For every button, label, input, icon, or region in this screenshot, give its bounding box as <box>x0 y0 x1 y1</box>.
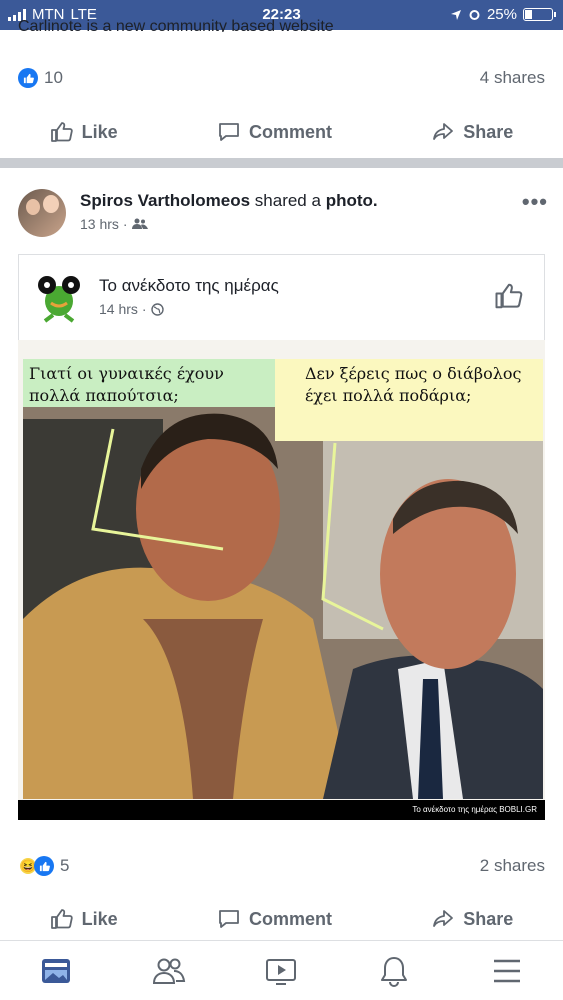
page-like-icon[interactable] <box>494 281 524 311</box>
comment-icon <box>219 910 239 928</box>
previous-post-actions: Like Comment Share <box>0 110 563 154</box>
like-reaction-icon <box>18 68 38 88</box>
comment-label: Comment <box>248 908 332 929</box>
author-avatar[interactable] <box>18 189 66 237</box>
page-avatar[interactable] <box>33 271 85 323</box>
previous-post-text: Carlinote is a new community based websi… <box>18 18 334 32</box>
watch-icon <box>266 958 297 985</box>
share-button[interactable]: Share <box>431 120 513 144</box>
shared-page-card[interactable]: Το ανέκδοτο της ημέρας 14 hrs · <box>18 254 545 340</box>
speech-bubble-left: Γιατί οι γυναικές έχουν πολλά παπούτσια; <box>23 359 281 407</box>
post-time[interactable]: 13 hrs <box>80 216 119 232</box>
post-header: Spiros Vartholomeos shared a photo. 13 h… <box>18 185 548 241</box>
photo-watermark: Το ανέκδοτο της ημέρας BOBLI.GR <box>18 800 545 820</box>
watch-tab[interactable] <box>261 951 301 991</box>
shares-count[interactable]: 2 shares <box>480 856 545 876</box>
page-name[interactable]: Το ανέκδοτο της ημέρας <box>99 276 279 296</box>
feed-divider <box>0 158 563 168</box>
page-meta: 14 hrs · <box>99 301 164 317</box>
share-icon <box>433 123 454 140</box>
news-feed-tab[interactable] <box>36 951 76 991</box>
post-actions: Like Comment Share <box>0 897 563 941</box>
news-feed-icon <box>42 958 71 983</box>
post-object-link[interactable]: photo. <box>326 191 378 210</box>
comment-label: Comment <box>248 121 332 142</box>
meme-image: Γιατί οι γυναικές έχουν πολλά παπούτσια;… <box>23 359 543 799</box>
menu-icon <box>493 959 520 982</box>
post-verb: shared a <box>254 191 321 210</box>
menu-tab[interactable] <box>487 951 527 991</box>
friends-icon <box>131 218 148 229</box>
previous-post-reactions[interactable]: 10 4 shares <box>0 58 563 98</box>
like-button[interactable]: Like <box>50 120 118 144</box>
author-name[interactable]: Spiros Vartholomeos <box>80 191 250 210</box>
post-reactions[interactable]: 😆 5 2 shares <box>0 846 563 886</box>
notifications-icon <box>381 956 408 987</box>
meta-separator: · <box>122 216 128 232</box>
share-label: Share <box>463 908 514 929</box>
thumbs-up-icon <box>50 909 73 929</box>
share-icon <box>433 910 454 927</box>
friends-tab[interactable] <box>149 951 189 991</box>
friends-icon <box>152 958 186 984</box>
like-label: Like <box>81 908 118 929</box>
globe-icon <box>150 302 164 316</box>
comment-button[interactable]: Comment <box>217 907 332 931</box>
share-label: Share <box>463 121 514 142</box>
bottom-navigation <box>0 940 563 1000</box>
shared-photo[interactable]: Γιατί οι γυναικές έχουν πολλά παπούτσια;… <box>18 340 545 820</box>
speech-bubble-right: Δεν ξέρεις πως ο διάβολος έχει πολλά ποδ… <box>275 359 543 441</box>
shares-count[interactable]: 4 shares <box>480 68 545 88</box>
comment-icon <box>219 123 239 141</box>
notifications-tab[interactable] <box>374 951 414 991</box>
like-label: Like <box>81 121 118 142</box>
reaction-count: 5 <box>60 856 70 875</box>
post-meta: 13 hrs · <box>80 216 148 232</box>
reaction-count: 10 <box>44 68 63 87</box>
thumbs-up-icon <box>50 122 73 142</box>
post-title: Spiros Vartholomeos shared a photo. <box>80 191 378 211</box>
comment-button[interactable]: Comment <box>217 120 332 144</box>
meta-separator: · <box>141 301 147 317</box>
share-button[interactable]: Share <box>431 907 513 931</box>
like-button[interactable]: Like <box>50 907 118 931</box>
like-reaction-icon <box>34 856 54 876</box>
more-options-icon[interactable]: ••• <box>522 189 548 215</box>
page-post-time[interactable]: 14 hrs <box>99 301 138 317</box>
